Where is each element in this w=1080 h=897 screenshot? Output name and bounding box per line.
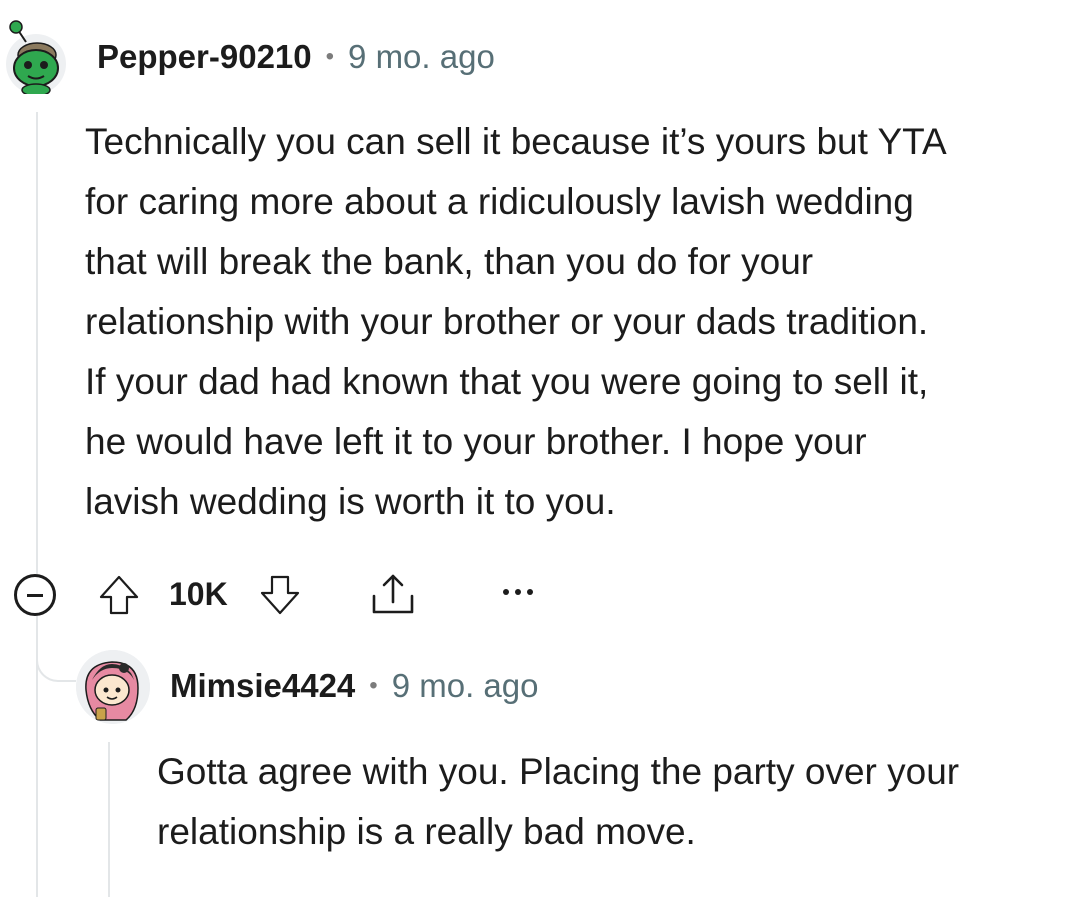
- comment-header: Pepper-90210 • 9 mo. ago: [97, 38, 495, 76]
- comment-body: Technically you can sell it because it’s…: [85, 112, 1075, 532]
- snoo-avatar-icon[interactable]: [76, 650, 150, 724]
- reply-body-line: Gotta agree with you. Placing the party …: [157, 751, 960, 792]
- reply-author[interactable]: Mimsie4424: [170, 667, 355, 705]
- upvote-arrow-icon[interactable]: [96, 572, 142, 623]
- snoo-avatar-icon[interactable]: [4, 20, 74, 97]
- comment-action-bar: 10K: [0, 560, 600, 630]
- reply-timestamp[interactable]: 9 mo. ago: [392, 667, 539, 705]
- separator-dot: •: [325, 43, 335, 70]
- thread-line[interactable]: [36, 112, 38, 897]
- comment-body-line: for caring more about a ridiculously lav…: [85, 181, 914, 222]
- reply-thread-line[interactable]: [108, 742, 110, 897]
- thread-connector: [36, 622, 76, 682]
- share-icon[interactable]: [368, 570, 418, 625]
- collapse-minus-icon[interactable]: [14, 574, 56, 616]
- comment-thread: Pepper-90210 • 9 mo. ago Technically you…: [0, 0, 1080, 897]
- separator-dot: •: [369, 672, 378, 699]
- downvote-arrow-icon[interactable]: [257, 572, 303, 623]
- comment-author[interactable]: Pepper-90210: [97, 38, 312, 76]
- comment-body-line: relationship with your brother or your d…: [85, 301, 929, 342]
- comment-timestamp[interactable]: 9 mo. ago: [348, 38, 495, 76]
- comment-body-line: he would have left it to your brother. I…: [85, 421, 867, 462]
- comment-body-line: If your dad had known that you were goin…: [85, 361, 929, 402]
- reply-header: Mimsie4424 • 9 mo. ago: [170, 667, 538, 705]
- vote-score: 10K: [169, 576, 228, 612]
- reply-body: Gotta agree with you. Placing the party …: [157, 742, 1072, 862]
- more-options-icon[interactable]: [500, 580, 536, 609]
- comment-body-line: that will break the bank, than you do fo…: [85, 241, 814, 282]
- reply-body-line: relationship is a really bad move.: [157, 811, 696, 852]
- comment-body-line: Technically you can sell it because it’s…: [85, 121, 947, 162]
- comment-body-line: lavish wedding is worth it to you.: [85, 481, 616, 522]
